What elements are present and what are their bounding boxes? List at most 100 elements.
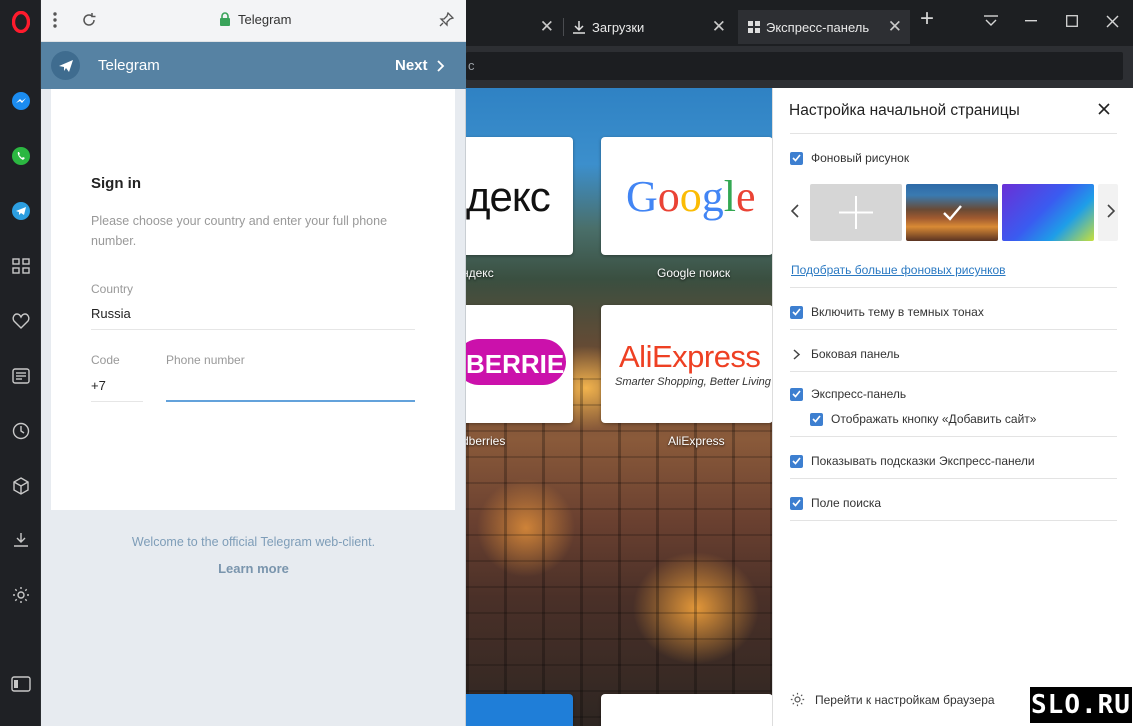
whatsapp-icon[interactable] bbox=[0, 139, 41, 173]
speed-dial-tile-wildberries[interactable]: BERRIES bbox=[466, 305, 573, 423]
checkbox-checked-icon[interactable] bbox=[790, 151, 803, 165]
sign-in-instructions: Please choose your country and enter you… bbox=[91, 214, 388, 248]
maximize-icon[interactable] bbox=[1052, 10, 1092, 32]
sidebar-toggle-icon[interactable] bbox=[0, 667, 41, 701]
sidebar-option[interactable]: Боковая панель bbox=[790, 347, 900, 361]
telegram-sidebar-icon[interactable] bbox=[0, 194, 41, 228]
background-image-option[interactable]: Фоновый рисунок bbox=[790, 151, 909, 165]
divider bbox=[790, 520, 1117, 521]
speed-dial-hints-option[interactable]: Показывать подсказки Экспресс-панели bbox=[790, 454, 1035, 468]
country-label: Country bbox=[91, 282, 134, 296]
browser-settings-link[interactable]: Перейти к настройкам браузера bbox=[790, 692, 995, 707]
pin-icon[interactable] bbox=[439, 11, 455, 32]
chevron-left-icon[interactable] bbox=[790, 204, 799, 223]
purple-background-thumbnail[interactable] bbox=[1002, 184, 1094, 241]
more-backgrounds-link[interactable]: Подобрать больше фоновых рисунков bbox=[791, 263, 1006, 277]
tile-caption-yandex: ндекс bbox=[466, 266, 494, 280]
checkmark-icon bbox=[943, 205, 962, 221]
tile-caption-wildberries: dberries bbox=[466, 434, 506, 448]
divider bbox=[790, 371, 1117, 372]
dark-theme-option[interactable]: Включить тему в темных тонах bbox=[790, 305, 984, 319]
country-select[interactable]: Russia bbox=[91, 306, 131, 321]
code-label: Code bbox=[91, 353, 120, 367]
speed-dial-icon[interactable] bbox=[0, 249, 41, 283]
panel-title: Telegram bbox=[238, 12, 292, 27]
tab-downloads-label: Загрузки bbox=[592, 19, 645, 35]
sign-in-card: Sign in Please choose your country and e… bbox=[51, 89, 455, 510]
tab-speed-dial-label: Экспресс-панель bbox=[766, 19, 870, 35]
tab-bar: ✕ Загрузки ✕ Экспресс-панель ✕ + bbox=[466, 0, 1133, 46]
speed-dial-tile-partial-white[interactable] bbox=[601, 694, 772, 726]
messenger-icon[interactable] bbox=[0, 84, 41, 118]
telegram-logo-icon bbox=[51, 51, 80, 80]
checkbox-checked-icon[interactable] bbox=[790, 454, 803, 468]
speed-dial-area: декс ндекс Google Google поиск BERRIES d… bbox=[466, 88, 772, 726]
next-button[interactable]: Next bbox=[395, 57, 445, 74]
address-bar-area: c bbox=[466, 46, 1133, 88]
sign-in-title: Sign in bbox=[91, 175, 141, 192]
new-tab-plus-icon[interactable]: + bbox=[912, 5, 942, 32]
tab-menu-icon[interactable] bbox=[971, 10, 1011, 32]
speed-dial-tab-icon bbox=[748, 21, 760, 33]
phone-label: Phone number bbox=[166, 353, 245, 367]
checkbox-checked-icon[interactable] bbox=[790, 496, 803, 510]
plus-icon bbox=[839, 196, 873, 229]
divider bbox=[790, 478, 1117, 479]
reload-icon[interactable] bbox=[81, 12, 97, 33]
divider bbox=[790, 133, 1117, 134]
chevron-right-icon[interactable] bbox=[1107, 204, 1116, 223]
heart-icon[interactable] bbox=[0, 304, 41, 338]
checkbox-checked-icon[interactable] bbox=[790, 387, 803, 401]
learn-more-link[interactable]: Learn more bbox=[41, 561, 466, 576]
tab-close-icon[interactable]: ✕ bbox=[888, 18, 902, 35]
tab-downloads[interactable]: Загрузки ✕ bbox=[564, 10, 734, 44]
telegram-header: Telegram Next bbox=[41, 42, 466, 89]
tab-telegram-hidden[interactable]: ✕ bbox=[466, 10, 562, 44]
search-field-option[interactable]: Поле поиска bbox=[790, 496, 881, 510]
tab-close-icon[interactable]: ✕ bbox=[540, 18, 554, 35]
news-icon[interactable] bbox=[0, 359, 41, 393]
more-vertical-icon[interactable] bbox=[53, 12, 57, 33]
settings-gear-icon[interactable] bbox=[0, 578, 41, 612]
lock-icon bbox=[220, 12, 230, 26]
divider bbox=[790, 329, 1117, 330]
downloads-icon[interactable] bbox=[0, 523, 41, 557]
panel-toolbar: Telegram bbox=[41, 0, 466, 42]
opera-sidebar bbox=[0, 0, 41, 726]
selected-background-thumbnail[interactable] bbox=[906, 184, 998, 241]
history-clock-icon[interactable] bbox=[0, 414, 41, 448]
speed-dial-tile-google[interactable]: Google bbox=[601, 137, 772, 255]
add-background-thumbnail[interactable] bbox=[810, 184, 902, 241]
speed-dial-option[interactable]: Экспресс-панель bbox=[790, 387, 906, 401]
address-input[interactable]: c bbox=[466, 52, 1123, 80]
wildberries-logo: BERRIES bbox=[466, 349, 573, 379]
close-window-icon[interactable] bbox=[1092, 10, 1132, 32]
chevron-right-icon bbox=[793, 348, 801, 360]
gear-icon bbox=[790, 692, 805, 707]
search-field-label: Поле поиска bbox=[811, 496, 882, 510]
speed-dial-tile-aliexpress[interactable]: AliExpress Smarter Shopping, Better Livi… bbox=[601, 305, 772, 423]
checkbox-checked-icon[interactable] bbox=[810, 412, 823, 426]
speed-dial-hints-label: Показывать подсказки Экспресс-панели bbox=[811, 454, 1035, 468]
telegram-header-title: Telegram bbox=[98, 57, 160, 74]
add-site-button-label: Отображать кнопку «Добавить сайт» bbox=[831, 412, 1037, 426]
speed-dial-tile-partial-blue[interactable] bbox=[466, 694, 573, 726]
code-input[interactable]: +7 bbox=[91, 378, 106, 393]
checkbox-checked-icon[interactable] bbox=[790, 305, 803, 319]
tab-speed-dial[interactable]: Экспресс-панель ✕ bbox=[738, 10, 910, 44]
tab-close-icon[interactable]: ✕ bbox=[712, 18, 726, 35]
add-site-button-option[interactable]: Отображать кнопку «Добавить сайт» bbox=[810, 412, 1036, 426]
background-town-texture bbox=[466, 378, 772, 726]
chevron-right-icon bbox=[436, 59, 444, 72]
minimize-icon[interactable] bbox=[1011, 10, 1051, 32]
download-tab-icon bbox=[573, 21, 585, 34]
close-settings-icon[interactable] bbox=[1098, 102, 1110, 120]
phone-number-input[interactable] bbox=[166, 374, 415, 400]
extensions-cube-icon[interactable] bbox=[0, 469, 41, 503]
background-image-label: Фоновый рисунок bbox=[811, 151, 910, 165]
opera-menu-icon[interactable] bbox=[0, 5, 41, 39]
speed-dial-tile-yandex[interactable]: декс bbox=[466, 137, 573, 255]
aliexpress-logo: AliExpress bbox=[619, 339, 761, 374]
settings-panel-title: Настройка начальной страницы bbox=[789, 102, 1020, 119]
google-logo: Google bbox=[626, 172, 756, 221]
